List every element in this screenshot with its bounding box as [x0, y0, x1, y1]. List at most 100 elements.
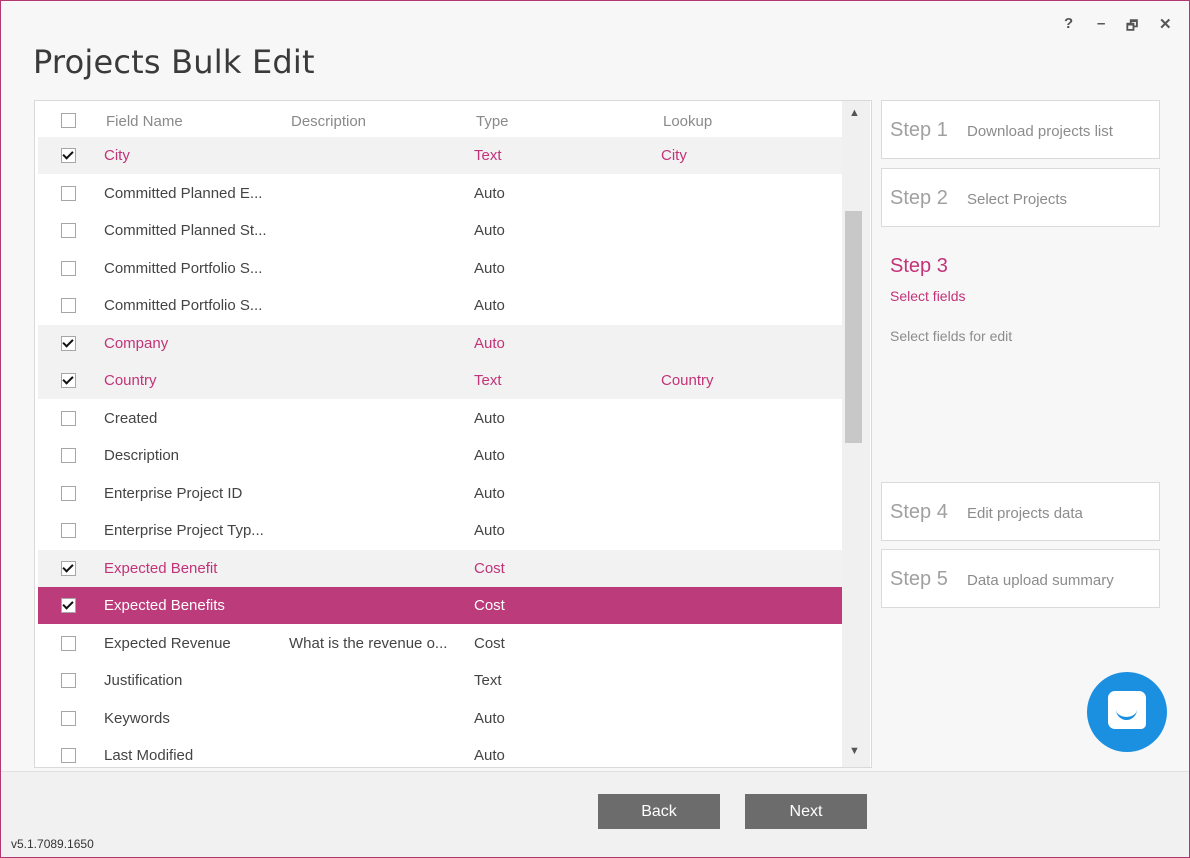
- field-name-cell: Committed Planned St...: [104, 222, 267, 239]
- type-cell: Cost: [474, 635, 505, 652]
- table-row[interactable]: Justification Text: [38, 662, 842, 699]
- field-name-cell: Description: [104, 447, 180, 464]
- row-checkbox[interactable]: [61, 486, 76, 501]
- type-cell: Auto: [474, 522, 505, 539]
- help-icon[interactable]: ?: [1064, 15, 1073, 32]
- row-checkbox[interactable]: [61, 448, 76, 463]
- step-1[interactable]: Step 1 Download projects list: [881, 100, 1160, 159]
- select-all-checkbox[interactable]: [61, 113, 76, 128]
- row-checkbox[interactable]: [61, 748, 76, 763]
- header-description[interactable]: Description: [291, 113, 366, 130]
- minimize-icon[interactable]: –: [1097, 15, 1105, 32]
- row-checkbox[interactable]: [61, 261, 76, 276]
- chevron-down-icon[interactable]: ▼: [849, 745, 860, 757]
- field-name-cell: Keywords: [104, 710, 170, 727]
- header-field-name[interactable]: Field Name: [106, 113, 183, 130]
- lookup-cell: Country: [661, 372, 714, 389]
- table-row[interactable]: Keywords Auto: [38, 700, 842, 737]
- table-row[interactable]: Last Modified Auto: [38, 737, 842, 767]
- table-row[interactable]: Expected Benefits Cost: [38, 587, 842, 624]
- row-checkbox[interactable]: [61, 561, 76, 576]
- step-4[interactable]: Step 4 Edit projects data: [881, 482, 1160, 541]
- app-window: ? – 🗗 ✕ Projects Bulk Edit Field Name De…: [0, 0, 1190, 858]
- type-cell: Auto: [474, 222, 505, 239]
- field-name-cell: Committed Portfolio S...: [104, 297, 263, 314]
- row-checkbox[interactable]: [61, 523, 76, 538]
- type-cell: Cost: [474, 597, 505, 614]
- field-name-cell: Expected Benefit: [104, 560, 218, 577]
- type-cell: Cost: [474, 560, 505, 577]
- row-checkbox[interactable]: [61, 336, 76, 351]
- header-lookup[interactable]: Lookup: [663, 113, 712, 130]
- row-checkbox[interactable]: [61, 711, 76, 726]
- type-cell: Auto: [474, 410, 505, 427]
- row-checkbox[interactable]: [61, 298, 76, 313]
- table-row[interactable]: Company Auto: [38, 325, 842, 362]
- type-cell: Auto: [474, 335, 505, 352]
- fields-grid: Field Name Description Type Lookup City T…: [34, 100, 872, 768]
- chevron-up-icon[interactable]: ▲: [849, 107, 860, 119]
- table-row[interactable]: Committed Planned St... Auto: [38, 212, 842, 249]
- vertical-scrollbar[interactable]: ▲ ▼: [842, 101, 870, 767]
- table-row[interactable]: Committed Portfolio S... Auto: [38, 287, 842, 324]
- type-cell: Text: [474, 372, 502, 389]
- row-checkbox[interactable]: [61, 636, 76, 651]
- row-checkbox[interactable]: [61, 673, 76, 688]
- step-4-label: Edit projects data: [967, 505, 1083, 522]
- step-1-number: Step 1: [890, 119, 948, 141]
- row-checkbox[interactable]: [61, 148, 76, 163]
- row-checkbox[interactable]: [61, 373, 76, 388]
- back-button[interactable]: Back: [598, 794, 720, 829]
- table-row[interactable]: City Text City: [38, 137, 842, 174]
- table-row[interactable]: Expected Revenue What is the revenue o...…: [38, 625, 842, 662]
- row-checkbox[interactable]: [61, 223, 76, 238]
- step-4-number: Step 4: [890, 501, 948, 523]
- step-5-number: Step 5: [890, 568, 948, 590]
- step-3-number: Step 3: [890, 255, 948, 277]
- row-checkbox[interactable]: [61, 598, 76, 613]
- chat-bubble: [1108, 691, 1146, 729]
- row-checkbox[interactable]: [61, 186, 76, 201]
- table-row[interactable]: Committed Planned E... Auto: [38, 175, 842, 212]
- field-name-cell: Committed Planned E...: [104, 185, 263, 202]
- table-row[interactable]: Description Auto: [38, 437, 842, 474]
- field-name-cell: Enterprise Project Typ...: [104, 522, 264, 539]
- table-row[interactable]: Committed Portfolio S... Auto: [38, 250, 842, 287]
- table-row[interactable]: Created Auto: [38, 400, 842, 437]
- table-row[interactable]: Enterprise Project ID Auto: [38, 475, 842, 512]
- table-row[interactable]: Expected Benefit Cost: [38, 550, 842, 587]
- step-2-number: Step 2: [890, 187, 948, 209]
- step-1-label: Download projects list: [967, 123, 1113, 140]
- field-name-cell: Last Modified: [104, 747, 194, 764]
- table-row[interactable]: Country Text Country: [38, 362, 842, 399]
- type-cell: Auto: [474, 185, 505, 202]
- description-cell: What is the revenue o...: [289, 635, 448, 652]
- step-2[interactable]: Step 2 Select Projects: [881, 168, 1160, 227]
- type-cell: Auto: [474, 260, 505, 277]
- row-checkbox[interactable]: [61, 411, 76, 426]
- chat-icon[interactable]: [1087, 672, 1167, 752]
- field-name-cell: Created: [104, 410, 158, 427]
- type-cell: Auto: [474, 485, 505, 502]
- field-name-cell: Committed Portfolio S...: [104, 260, 263, 277]
- field-name-cell: Company: [104, 335, 169, 352]
- next-button[interactable]: Next: [745, 794, 867, 829]
- close-icon[interactable]: ✕: [1159, 15, 1172, 33]
- header-type[interactable]: Type: [476, 113, 509, 130]
- table-row[interactable]: Enterprise Project Typ... Auto: [38, 512, 842, 549]
- step-3-label: Select fields: [890, 288, 966, 304]
- restore-icon[interactable]: 🗗: [1126, 17, 1138, 39]
- grid-header: Field Name Description Type Lookup: [35, 101, 841, 137]
- type-cell: Text: [474, 672, 502, 689]
- field-name-cell: Enterprise Project ID: [104, 485, 243, 502]
- step-3-current: Step 3 Select fields Select fields for e…: [890, 255, 1012, 344]
- step-5[interactable]: Step 5 Data upload summary: [881, 549, 1160, 608]
- lookup-cell: City: [661, 147, 687, 164]
- type-cell: Auto: [474, 297, 505, 314]
- type-cell: Auto: [474, 710, 505, 727]
- field-name-cell: Expected Revenue: [104, 635, 231, 652]
- page-title: Projects Bulk Edit: [33, 43, 315, 81]
- field-name-cell: Justification: [104, 672, 183, 689]
- version-label: v5.1.7089.1650: [11, 837, 94, 851]
- scrollbar-thumb[interactable]: [845, 211, 862, 443]
